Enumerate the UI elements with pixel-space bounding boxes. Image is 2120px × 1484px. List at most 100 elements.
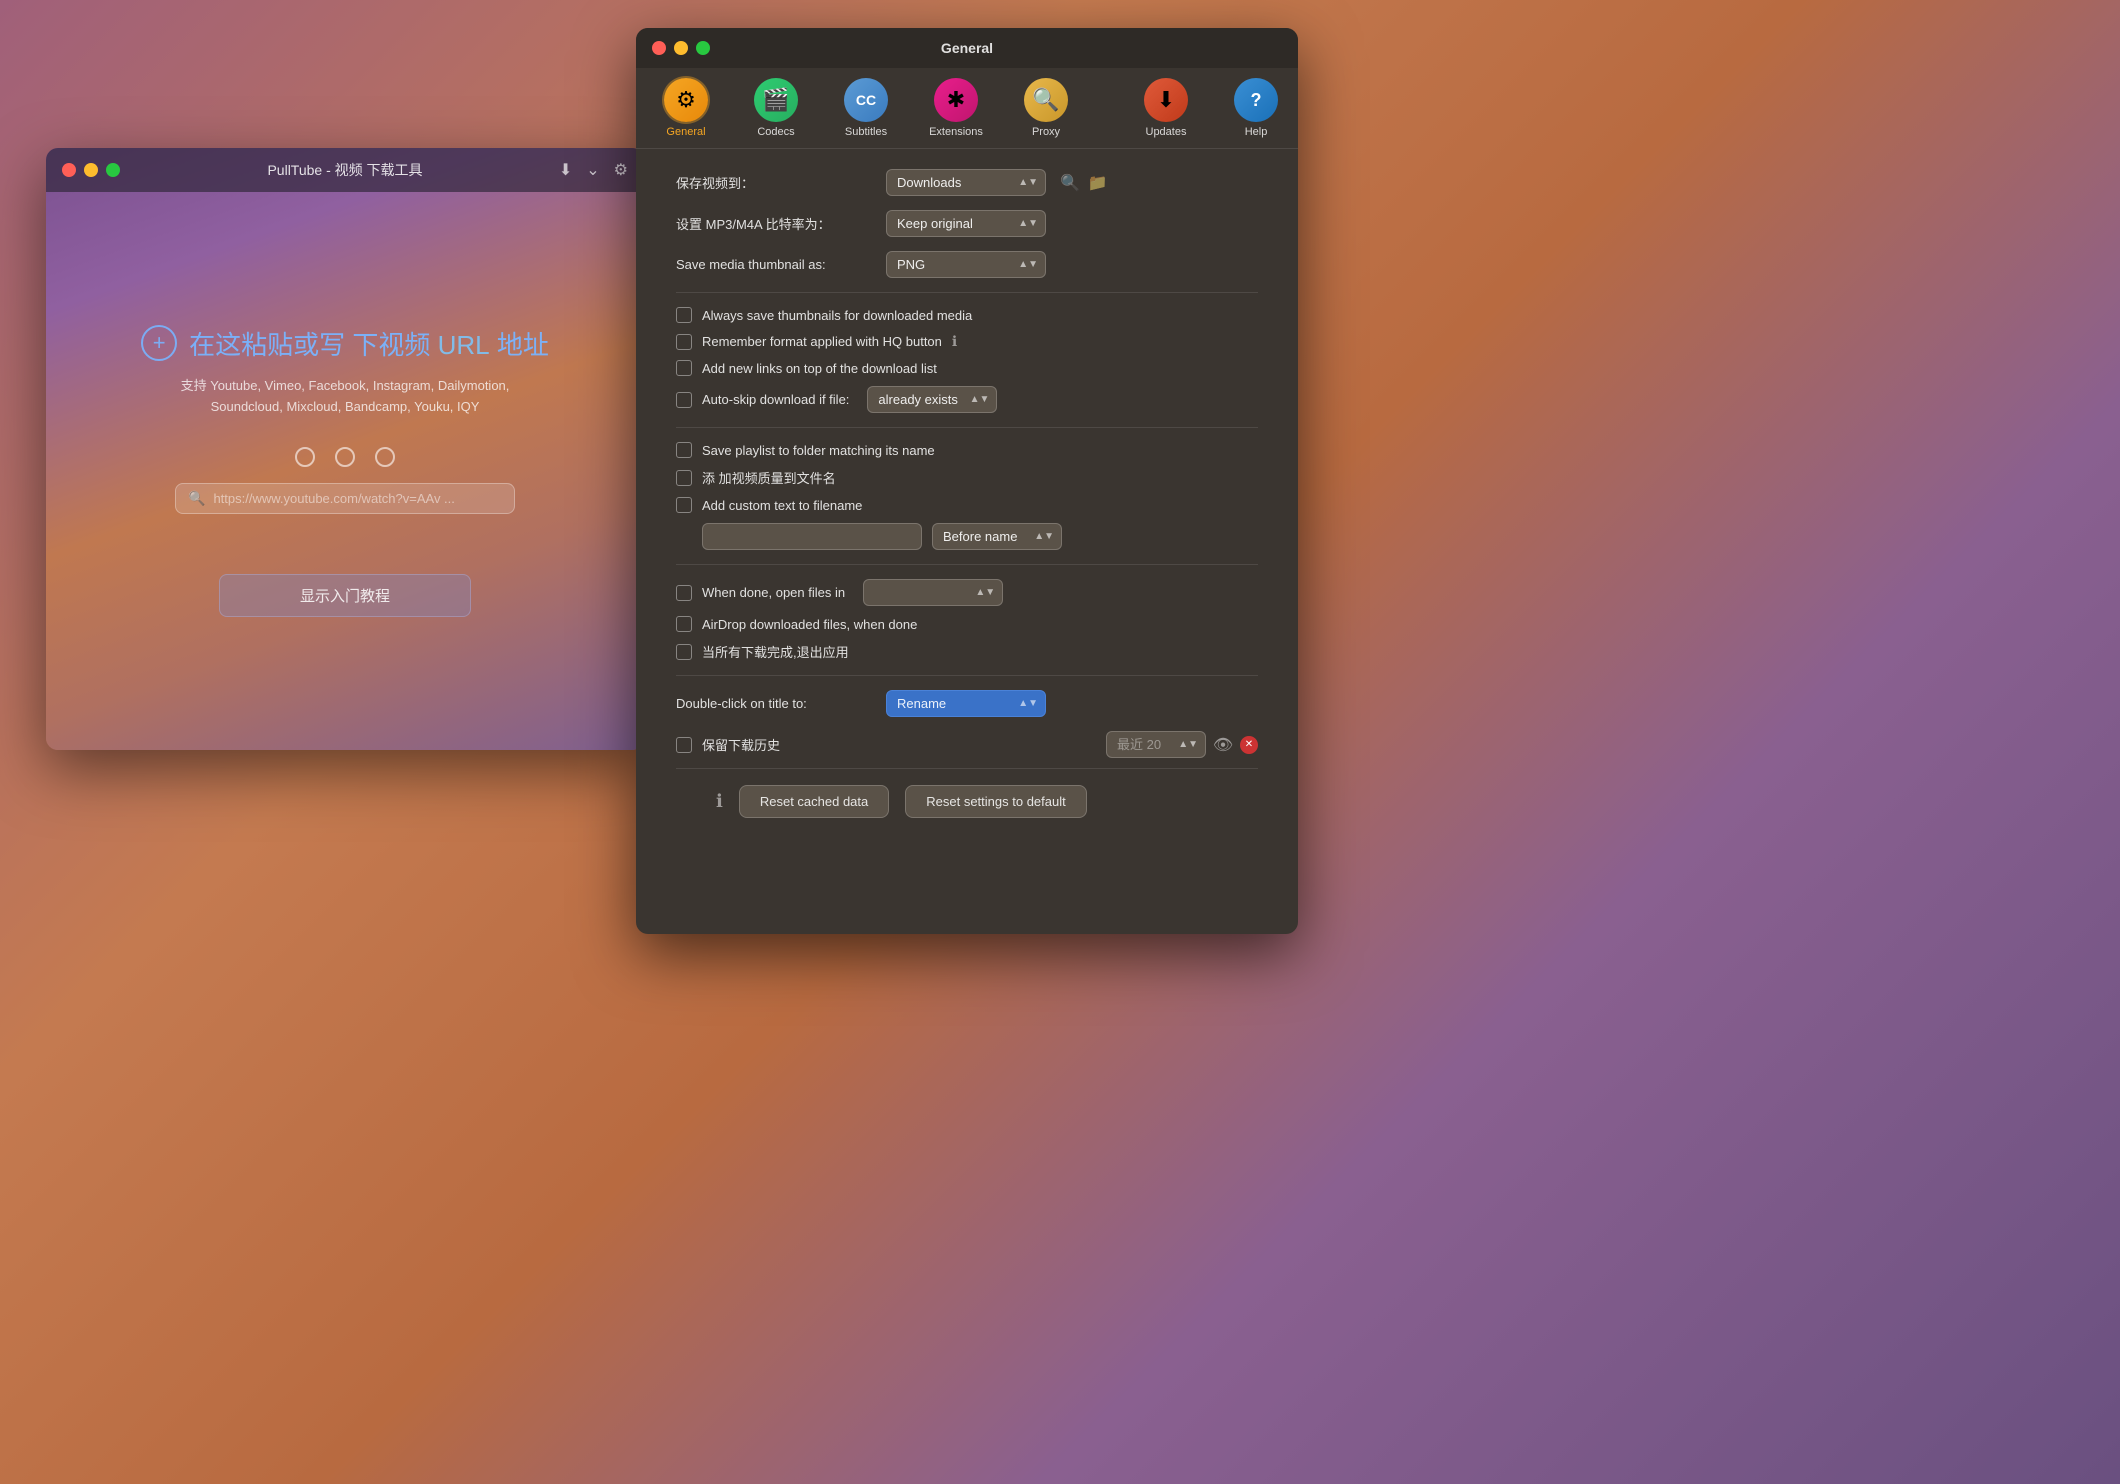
always-save-checkbox[interactable] xyxy=(676,307,692,323)
history-controls: 最近 20 ▲▼ 👁 ✕ xyxy=(1106,731,1258,758)
auto-skip-select-wrapper: already exists ▲▼ xyxy=(867,386,997,413)
thumbnail-select-wrapper: PNG ▲▼ xyxy=(886,251,1046,278)
custom-text-row: Before name ▲▼ xyxy=(676,523,1258,550)
minimize-button[interactable] xyxy=(84,163,98,177)
thumbnail-row: Save media thumbnail as: PNG ▲▼ xyxy=(676,251,1258,278)
bitrate-select-wrapper: Keep original ▲▼ xyxy=(886,210,1046,237)
settings-window: General ⚙ General 🎬 Codecs CC Subtitles … xyxy=(636,28,1298,934)
reset-cached-button[interactable]: Reset cached data xyxy=(739,785,889,818)
progress-dots xyxy=(295,447,395,467)
open-folder-icon[interactable]: 📁 xyxy=(1088,173,1108,193)
before-name-select-wrapper: Before name ▲▼ xyxy=(932,523,1062,550)
double-click-select[interactable]: Rename xyxy=(886,690,1046,717)
when-done-select-wrapper: ▲▼ xyxy=(863,579,1003,606)
add-new-links-label: Add new links on top of the download lis… xyxy=(702,361,937,376)
airdrop-label: AirDrop downloaded files, when done xyxy=(702,617,917,632)
pulltube-titlebar: PullTube - 视频 下载工具 ⬇ ⌄ ⚙ xyxy=(46,148,644,192)
settings-footer: ℹ Reset cached data Reset settings to de… xyxy=(676,768,1258,834)
save-playlist-checkbox[interactable] xyxy=(676,442,692,458)
tab-codecs[interactable]: 🎬 Codecs xyxy=(746,78,806,138)
history-count-select[interactable]: 最近 20 xyxy=(1106,731,1206,758)
help-label: Help xyxy=(1245,126,1268,138)
supported-sites-text: 支持 Youtube, Vimeo, Facebook, Instagram, … xyxy=(181,376,510,418)
auto-skip-checkbox[interactable] xyxy=(676,392,692,408)
add-new-links-checkbox[interactable] xyxy=(676,360,692,376)
always-save-row: Always save thumbnails for downloaded me… xyxy=(676,307,1258,323)
custom-text-input[interactable] xyxy=(702,523,922,550)
quit-label: 当所有下载完成,退出应用 xyxy=(702,642,849,661)
divider-2 xyxy=(676,427,1258,428)
tab-updates[interactable]: ⬇ Updates xyxy=(1136,78,1196,138)
dot-2 xyxy=(335,447,355,467)
divider-3 xyxy=(676,564,1258,565)
thumbnail-label: Save media thumbnail as: xyxy=(676,257,876,272)
gear-icon[interactable]: ⚙ xyxy=(614,160,628,180)
double-click-label: Double-click on title to: xyxy=(676,696,876,711)
reset-settings-button[interactable]: Reset settings to default xyxy=(905,785,1086,818)
settings-close-button[interactable] xyxy=(652,41,666,55)
tab-extensions[interactable]: ✱ Extensions xyxy=(926,78,986,138)
divider-1 xyxy=(676,292,1258,293)
proxy-icon: 🔍 xyxy=(1024,78,1068,122)
updates-label: Updates xyxy=(1146,126,1187,138)
close-button[interactable] xyxy=(62,163,76,177)
double-click-select-wrapper: Rename ▲▼ xyxy=(886,690,1046,717)
url-paste-area: + 在这粘贴或写 下视频 URL 地址 xyxy=(141,325,549,362)
maximize-button[interactable] xyxy=(106,163,120,177)
bitrate-select[interactable]: Keep original xyxy=(886,210,1046,237)
tab-general[interactable]: ⚙ General xyxy=(656,78,716,138)
divider-4 xyxy=(676,675,1258,676)
keep-history-checkbox[interactable] xyxy=(676,737,692,753)
history-view-icon[interactable]: 👁 xyxy=(1212,734,1234,756)
add-url-icon[interactable]: + xyxy=(141,325,177,361)
save-to-select-wrapper: Downloads ▲▼ xyxy=(886,169,1046,196)
remember-format-checkbox[interactable] xyxy=(676,334,692,350)
extensions-icon: ✱ xyxy=(934,78,978,122)
tutorial-button[interactable]: 显示入门教程 xyxy=(219,574,471,617)
extensions-label: Extensions xyxy=(929,126,983,138)
when-done-select[interactable] xyxy=(863,579,1003,606)
when-done-row: When done, open files in ▲▼ xyxy=(676,579,1258,606)
add-quality-label: 添 加视频质量到文件名 xyxy=(702,468,836,487)
search-placeholder: https://www.youtube.com/watch?v=AAv ... xyxy=(213,491,454,506)
bitrate-label: 设置 MP3/M4A 比特率为： xyxy=(676,214,876,233)
add-new-links-row: Add new links on top of the download lis… xyxy=(676,360,1258,376)
save-to-label: 保存视频到： xyxy=(676,173,876,192)
search-icon: 🔍 xyxy=(188,490,205,507)
settings-traffic-lights xyxy=(652,41,710,55)
add-custom-checkbox[interactable] xyxy=(676,497,692,513)
history-clear-icon[interactable]: ✕ xyxy=(1240,736,1258,754)
settings-minimize-button[interactable] xyxy=(674,41,688,55)
title-icon-group: ⬇ ⌄ ⚙ xyxy=(559,160,628,180)
quit-checkbox[interactable] xyxy=(676,644,692,660)
keep-history-row: 保留下载历史 最近 20 ▲▼ 👁 ✕ xyxy=(676,731,1258,758)
tab-subtitles[interactable]: CC Subtitles xyxy=(836,78,896,138)
add-quality-row: 添 加视频质量到文件名 xyxy=(676,468,1258,487)
pulltube-content: + 在这粘贴或写 下视频 URL 地址 支持 Youtube, Vimeo, F… xyxy=(46,192,644,750)
settings-titlebar: General xyxy=(636,28,1298,68)
search-bar: 🔍 https://www.youtube.com/watch?v=AAv ..… xyxy=(175,483,515,514)
add-quality-checkbox[interactable] xyxy=(676,470,692,486)
tab-help[interactable]: ? Help xyxy=(1226,78,1286,138)
subtitles-icon: CC xyxy=(844,78,888,122)
airdrop-checkbox[interactable] xyxy=(676,616,692,632)
remember-format-info-icon[interactable]: ℹ xyxy=(952,333,957,350)
download-icon[interactable]: ⬇ xyxy=(559,160,572,180)
when-done-checkbox[interactable] xyxy=(676,585,692,601)
pulltube-title: PullTube - 视频 下载工具 xyxy=(267,160,422,180)
chevron-icon[interactable]: ⌄ xyxy=(586,160,599,180)
add-custom-label: Add custom text to filename xyxy=(702,498,862,513)
auto-skip-select[interactable]: already exists xyxy=(867,386,997,413)
subtitles-label: Subtitles xyxy=(845,126,887,138)
bitrate-row: 设置 MP3/M4A 比特率为： Keep original ▲▼ xyxy=(676,210,1258,237)
settings-toolbar: ⚙ General 🎬 Codecs CC Subtitles ✱ Extens… xyxy=(636,68,1298,149)
thumbnail-select[interactable]: PNG xyxy=(886,251,1046,278)
help-icon: ? xyxy=(1234,78,1278,122)
before-name-select[interactable]: Before name xyxy=(932,523,1062,550)
search-folder-icon[interactable]: 🔍 xyxy=(1060,173,1080,193)
settings-maximize-button[interactable] xyxy=(696,41,710,55)
tab-proxy[interactable]: 🔍 Proxy xyxy=(1016,78,1076,138)
settings-content: 保存视频到： Downloads ▲▼ 🔍 📁 设置 MP3/M4A 比特率为：… xyxy=(636,149,1298,854)
save-to-select[interactable]: Downloads xyxy=(886,169,1046,196)
footer-info-icon[interactable]: ℹ xyxy=(716,791,723,812)
